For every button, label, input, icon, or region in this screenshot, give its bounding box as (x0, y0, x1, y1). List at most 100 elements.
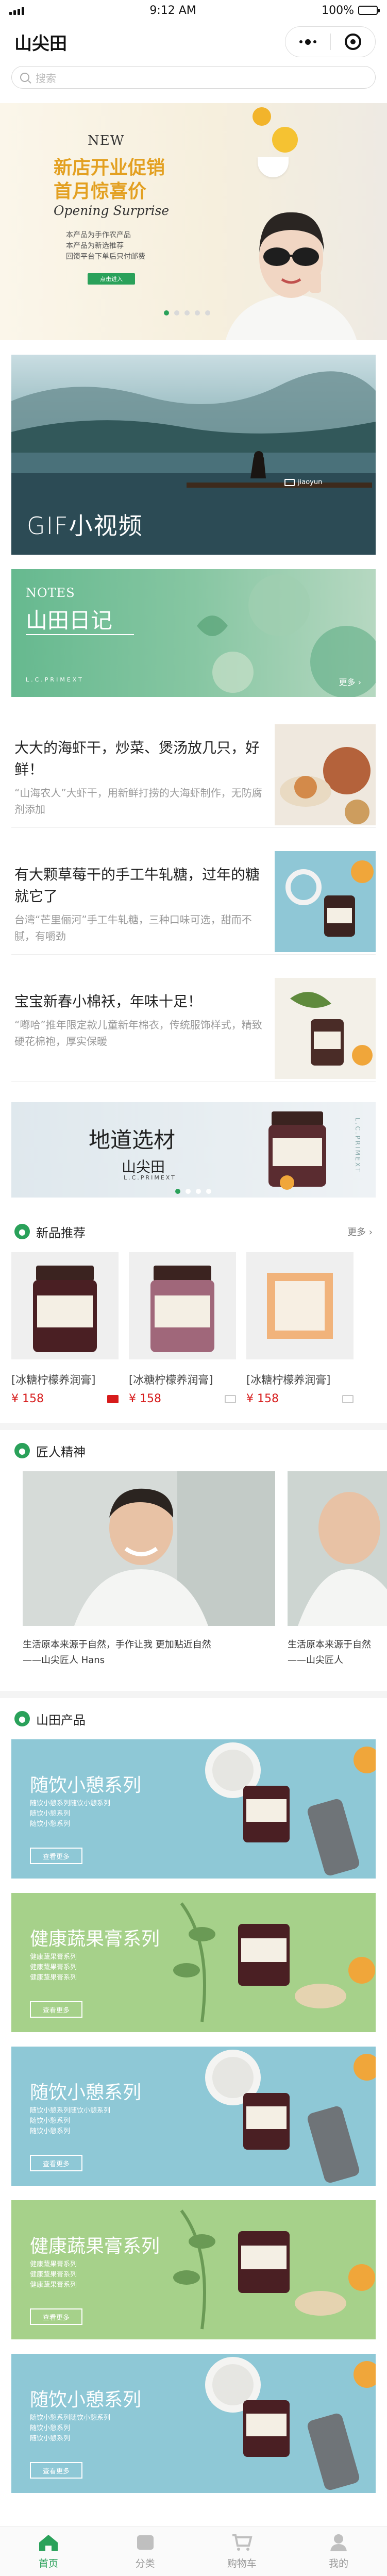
origin-side-text: L.C.PRIMEXT (354, 1118, 361, 1174)
tab-cart[interactable]: 购物车 (194, 2527, 291, 2576)
carousel-dot[interactable] (164, 310, 169, 315)
article-title: 大大的海虾干，炒菜、煲汤放几只，好鲜！ (14, 739, 260, 778)
product-card[interactable]: [冰糖柠檬养润膏] ¥ 158 (11, 1252, 119, 1405)
video-watermark: jiaoyun (284, 478, 322, 486)
product-series-card[interactable]: 健康蔬果膏系列 健康蔬果膏系列 健康蔬果膏系列 健康蔬果膏系列 查看更多 (11, 2200, 376, 2339)
notes-footer: L.C.PRIMEXT (26, 676, 84, 683)
page-title: 山尖田 (14, 33, 67, 54)
promo-subheadline: 首月惊喜价 (54, 180, 147, 202)
mountain-products-icon: ● (14, 1711, 30, 1726)
more-label: 更多 (347, 1227, 366, 1238)
notes-more-label: 更多 (339, 677, 356, 687)
add-to-cart-icon[interactable] (342, 1394, 354, 1403)
battery-percent: 100% (322, 4, 354, 17)
craftsman-card[interactable]: 生活原本来源于自然，手作让我 更加贴近自然 ——山尖匠人 Hans (23, 1471, 275, 1668)
carousel-dot[interactable] (205, 310, 210, 315)
series-view-more-button[interactable]: 查看更多 (30, 2155, 82, 2171)
product-name: [冰糖柠檬养润膏] (11, 1374, 96, 1386)
product-series-card[interactable]: 随饮小憩系列 随饮小憩系列随饮小憩系列 随饮小憩系列 随饮小憩系列 查看更多 (11, 1739, 376, 1879)
promo-enter-button[interactable]: 点击进入 (88, 273, 135, 285)
series-view-more-button[interactable]: 查看更多 (30, 2001, 82, 2018)
article-title: 有大颗草莓干的手工牛轧糖，过年的糖就它了 (14, 866, 260, 905)
craftsman-photo (288, 1471, 387, 1626)
series-view-more-button[interactable]: 查看更多 (30, 1848, 82, 1864)
product-price: ¥ 158 (129, 1392, 161, 1405)
promo-carousel-indicator (164, 310, 210, 315)
add-to-cart-icon[interactable] (225, 1394, 236, 1403)
series-description: 随饮小憩系列随饮小憩系列 随饮小憩系列 随饮小憩系列 (30, 2107, 111, 2135)
article-item[interactable]: 宝宝新春小棉袄，年味十足！ “嘟哈”推年限定款儿童新年棉衣，传统服饰样式，精致硬… (11, 975, 376, 1082)
product-image (129, 1252, 236, 1359)
carousel-dot[interactable] (174, 310, 179, 315)
carousel-dot[interactable] (184, 310, 190, 315)
article-item[interactable]: 大大的海虾干，炒菜、煲汤放几只，好鲜！ “山海农人”大虾干，用新鲜打捞的大海虾制… (11, 722, 376, 828)
carousel-dot[interactable] (186, 1189, 191, 1194)
product-price: ¥ 158 (246, 1392, 279, 1405)
craftsman-title: 匠人精神 (36, 1444, 86, 1459)
battery-icon (358, 6, 380, 15)
product-card[interactable]: [冰糖柠檬养润膏] ¥ 158 (129, 1252, 236, 1405)
product-jar-image (268, 1111, 326, 1190)
promo-banner[interactable]: NEW 新店开业促销 首月惊喜价 Opening Surprise 本产品为手作… (0, 103, 387, 340)
tab-home[interactable]: 首页 (0, 2527, 97, 2576)
article-item[interactable]: 有大颗草莓干的手工牛轧糖，过年的糖就它了 台湾“芒里俪河”手工牛轧糖，三种口味可… (11, 849, 376, 955)
series-title: 随饮小憩系列 (30, 1775, 142, 1796)
gif-caption: GIF小视频 (27, 512, 143, 540)
chevron-right-icon: › (368, 1227, 373, 1238)
series-title: 健康蔬果膏系列 (30, 1929, 160, 1950)
article-description: “山海农人”大虾干，用新鲜打捞的大海虾制作，无防腐剂添加 (14, 787, 262, 816)
tab-category[interactable]: 分类 (97, 2527, 194, 2576)
origin-subtitle: 山尖田 (122, 1158, 165, 1175)
new-products-header: ● 新品推荐 更多 › (0, 1211, 387, 1252)
nougat-thumbnail (275, 851, 376, 952)
series-description: 随饮小憩系列随饮小憩系列 随饮小憩系列 随饮小憩系列 (30, 2414, 111, 2442)
notes-more-link[interactable]: 更多 › (339, 675, 361, 688)
miniprogram-capsule (285, 26, 376, 57)
product-series-card[interactable]: 健康蔬果膏系列 健康蔬果膏系列 健康蔬果膏系列 健康蔬果膏系列 查看更多 (11, 1893, 376, 2032)
product-series-card[interactable]: 随饮小憩系列 随饮小憩系列随饮小憩系列 随饮小憩系列 随饮小憩系列 查看更多 (11, 2047, 376, 2186)
notes-label: NOTES (26, 586, 75, 600)
product-card[interactable]: [冰糖柠檬养润膏] ¥ 158 (246, 1252, 354, 1405)
series-view-more-button[interactable]: 查看更多 (30, 2308, 82, 2325)
tab-label: 首页 (38, 2558, 58, 2569)
carousel-dot[interactable] (175, 1189, 180, 1194)
add-to-cart-icon[interactable] (107, 1394, 119, 1403)
series-description: 健康蔬果膏系列 健康蔬果膏系列 健康蔬果膏系列 (30, 2261, 77, 2289)
craftsman-header: ● 匠人精神 (0, 1430, 387, 1471)
article-title: 宝宝新春小棉袄，年味十足！ (14, 993, 203, 1010)
carousel-dot[interactable] (206, 1189, 211, 1194)
close-miniprogram-button[interactable] (331, 27, 376, 57)
carousel-dot[interactable] (196, 1189, 201, 1194)
nav-bar: 山尖田 (0, 21, 387, 63)
carousel-dot[interactable] (195, 310, 200, 315)
craftsman-caption: 生活原本来源于自然 ——山尖匠人 (288, 1639, 371, 1666)
product-price: ¥ 158 (11, 1392, 44, 1405)
mountain-products-title: 山田产品 (36, 1713, 86, 1727)
chevron-right-icon: › (358, 677, 361, 687)
watermark-text: jiaoyun (298, 478, 323, 486)
gif-video-card[interactable]: jiaoyun GIF小视频 (11, 355, 376, 555)
new-products-more-link[interactable]: 更多 › (347, 1225, 373, 1238)
promo-english-title: Opening Surprise (54, 203, 170, 218)
craftsman-card[interactable]: 生活原本来源于自然 ——山尖匠人 (288, 1471, 387, 1668)
signal-icon (9, 6, 24, 15)
category-icon (137, 2535, 154, 2550)
product-series-list: 随饮小憩系列 随饮小憩系列随饮小憩系列 随饮小憩系列 随饮小憩系列 查看更多 健… (0, 1739, 387, 2493)
promo-headline: 新店开业促销 (54, 157, 165, 178)
series-view-more-button[interactable]: 查看更多 (30, 2462, 82, 2479)
search-input[interactable]: 搜索 (11, 66, 376, 89)
search-placeholder: 搜索 (36, 72, 56, 85)
notes-card[interactable]: NOTES 山田日记 L.C.PRIMEXT 更多 › (11, 569, 376, 697)
model-photo (225, 212, 357, 340)
more-options-button[interactable] (285, 27, 330, 57)
more-dots-icon (299, 39, 316, 45)
series-description: 健康蔬果膏系列 健康蔬果膏系列 健康蔬果膏系列 (30, 1953, 77, 1982)
series-title: 随饮小憩系列 (30, 2082, 142, 2103)
orange-slice-decoration (253, 107, 271, 126)
product-series-card[interactable]: 随饮小憩系列 随饮小憩系列随饮小憩系列 随饮小憩系列 随饮小憩系列 查看更多 (11, 2354, 376, 2493)
product-image (246, 1252, 354, 1359)
profile-icon (330, 2534, 347, 2551)
tab-profile[interactable]: 我的 (290, 2527, 387, 2576)
origin-banner[interactable]: 地道选材 山尖田 L.C.PRIMEXT L.C.PRIMEXT (11, 1102, 376, 1198)
craftsman-icon: ● (14, 1443, 30, 1458)
